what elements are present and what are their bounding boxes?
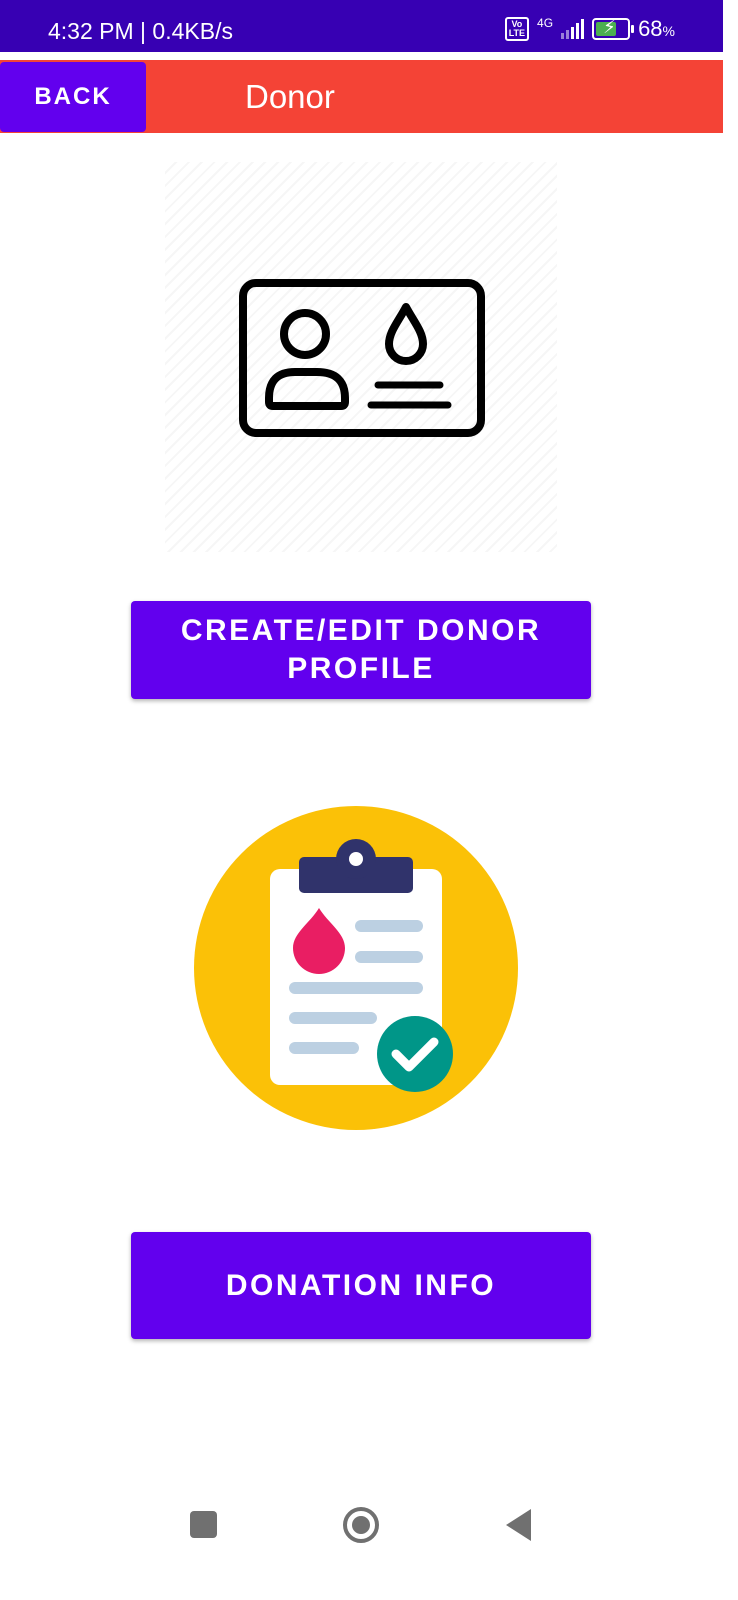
system-nav-bar [0, 1490, 723, 1568]
home-circle-icon[interactable] [343, 1507, 379, 1543]
battery-percent-sign: % [662, 23, 675, 39]
battery-percent-value: 68 [638, 16, 663, 41]
create-edit-donor-profile-button[interactable]: CREATE/EDIT DONOR PROFILE [131, 601, 591, 699]
battery-percent: 68% [638, 16, 675, 42]
signal-strength-icon [561, 19, 585, 39]
volte-icon: Vo LTE [504, 17, 530, 41]
donation-report-illustration [193, 805, 519, 1131]
charging-bolt-icon: ⚡ [603, 17, 616, 37]
page-title: Donor [245, 78, 335, 115]
volte-label-line2: LTE [508, 28, 526, 38]
status-divider [0, 52, 723, 60]
network-type: 4G [537, 16, 554, 30]
donation-info-button[interactable]: DONATION INFO [131, 1232, 591, 1339]
back-button[interactable]: BACK [0, 62, 146, 132]
recents-square-icon[interactable] [190, 1511, 217, 1538]
id-card-blood-drop-icon [239, 279, 485, 437]
battery-icon: ⚡ [592, 17, 635, 40]
blood-report-clipboard-check-icon [194, 806, 518, 1130]
back-triangle-icon[interactable] [506, 1509, 531, 1541]
donor-card-image [165, 162, 557, 552]
status-icons: Vo LTE 4G ⚡ 68% [504, 16, 675, 42]
app-toolbar: BACK Donor [0, 60, 723, 133]
status-time: 4:32 PM | 0.4KB/s [48, 18, 233, 44]
status-bar: 4:32 PM | 0.4KB/s Vo LTE 4G ⚡ 68% [0, 0, 723, 52]
